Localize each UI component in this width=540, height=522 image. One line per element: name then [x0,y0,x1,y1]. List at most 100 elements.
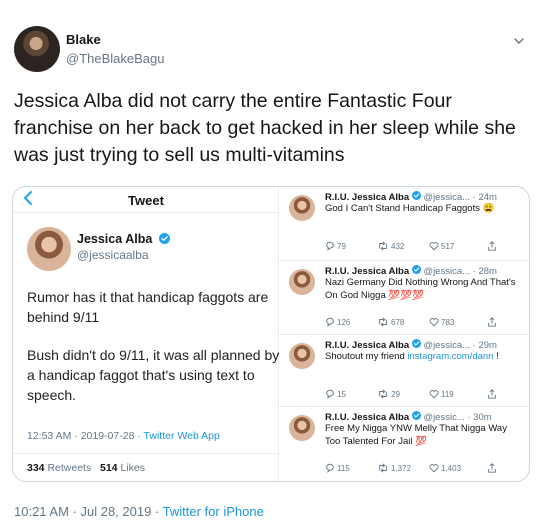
share-icon [487,389,499,401]
screenshot-tweet-name: R.I.U. Jessica Alba [325,340,410,351]
reply-action: 115 [325,463,350,475]
retweet-icon [379,317,387,327]
retweet-action: 1,372 [377,463,411,475]
screenshot-tweet-name: R.I.U. Jessica Alba [325,412,410,423]
screenshot-author-name: Jessica Alba [77,232,170,246]
screenshot-tweet-actions: 126 678 783 [325,317,525,329]
tweet-timestamp[interactable]: 10:21 AM · Jul 28, 2019 · [14,504,163,519]
screenshot-avatar [27,227,71,271]
reply-count: 126 [337,318,351,327]
screenshot-tweet-handle: @jessica... [423,192,471,203]
screenshot-nav-bar: Tweet [13,187,279,213]
screenshot-tweet-header: R.I.U. Jessica Alba @jessica... · 28m [325,265,527,277]
tweet-header: Blake @TheBlakeBagu [14,26,526,72]
screenshot-meta-source: Twitter Web App [143,430,220,442]
retweet-count: 29 [391,390,400,399]
author-handle[interactable]: @TheBlakeBagu [66,51,164,66]
screenshot-avatar [289,415,315,441]
tweet-footer: 10:21 AM · Jul 28, 2019 · Twitter for iP… [14,504,264,519]
likes-label: Likes [120,462,145,474]
retweet-action: 432 [377,241,404,253]
heart-icon [429,318,439,327]
likes-count: 514 [100,462,118,474]
avatar[interactable] [14,26,60,72]
verified-badge-icon [411,339,421,348]
screenshot-tweet-time: · 29m [472,340,497,351]
like-action: 783 [429,317,454,329]
screenshot-tweet-text-body: Free My Nigga YNW Melly That Nigga Way T… [325,423,507,447]
tweet-source-link[interactable]: Twitter for iPhone [163,504,264,519]
reply-icon [326,463,334,473]
screenshot-tweet-meta: 12:53 AM · 2019-07-28 · Twitter Web App [27,430,220,442]
screenshot-nav-title: Tweet [128,193,164,208]
retweet-action: 29 [377,389,400,401]
tweet-media-image[interactable]: Tweet Jessica Alba @jessicaalba Rumor ha… [12,186,530,482]
screenshot-tweet-item: R.I.U. Jessica Alba @jessica... · 28m Na… [279,261,529,335]
screenshot-tweet-header: R.I.U. Jessica Alba @jessica... · 24m [325,191,527,203]
screenshot-tweet-text: Free My Nigga YNW Melly That Nigga Way T… [325,423,523,448]
share-icon [487,241,499,253]
screenshot-tweet-handle: @jessic... [423,412,465,423]
screenshot-tweet-time: · 24m [472,192,497,203]
screenshot-tweet-handle: @jessica... [423,340,471,351]
like-count: 783 [441,318,455,327]
like-action: 517 [429,241,454,253]
reply-count: 15 [337,390,346,399]
screenshot-tweet-time: · 28m [472,266,497,277]
like-count: 517 [441,242,455,251]
screenshot-tweet-item: R.I.U. Jessica Alba @jessic... · 30m Fre… [279,407,529,481]
screenshot-author-name-text: Jessica Alba [77,232,153,246]
screenshot-tweet-handle: @jessica... [423,266,471,277]
screenshot-tweet-name: R.I.U. Jessica Alba [325,192,410,203]
screenshot-right-panel: R.I.U. Jessica Alba @jessica... · 24m Go… [279,187,529,481]
verified-badge-icon [158,233,170,244]
screenshot-tweet-link: instagram.com/dann [407,351,494,362]
verified-badge-icon [411,191,421,200]
screenshot-tweet-item: R.I.U. Jessica Alba @jessica... · 24m Go… [279,187,529,261]
screenshot-tweet-time: · 30m [467,412,492,423]
screenshot-tweet-text-1: Rumor has it that handicap faggots are b… [27,289,269,325]
reply-action: 79 [325,241,346,253]
screenshot-tweet-actions: 115 1,372 1,403 [325,463,525,475]
screenshot-left-panel: Tweet Jessica Alba @jessicaalba Rumor ha… [13,187,279,481]
screenshot-tweet-name: R.I.U. Jessica Alba [325,266,410,277]
heart-icon [429,390,439,399]
retweets-count: 334 [27,462,45,474]
share-icon [487,317,499,329]
retweet-icon [379,389,387,399]
screenshot-tweet-text-body: Nazi Germany Did Nothing Wrong And That'… [325,277,516,301]
screenshot-tweet-text-body: Shoutout my friend [325,351,408,362]
verified-badge-icon [411,265,421,274]
like-action: 119 [429,389,454,401]
like-count: 119 [441,390,454,399]
retweet-count: 678 [391,318,405,327]
heart-icon [429,242,439,251]
retweet-icon [379,241,387,251]
screenshot-tweet-actions: 79 432 517 [325,241,525,253]
chevron-down-icon[interactable] [512,34,526,48]
retweet-action: 678 [377,317,404,329]
screenshot-author-handle: @jessicaalba [77,248,149,262]
screenshot-avatar [289,195,315,221]
screenshot-tweet-text: Nazi Germany Did Nothing Wrong And That'… [325,277,523,302]
tweet-text: Jessica Alba did not carry the entire Fa… [14,90,516,166]
screenshot-tweet-text-2: Bush didn't do 9/11, it was all planned … [27,347,280,403]
screenshot-tweet-item: R.I.U. Jessica Alba @jessica... · 29m Sh… [279,335,529,407]
screenshot-tweet-header: R.I.U. Jessica Alba @jessic... · 30m [325,411,527,423]
screenshot-avatar [289,343,315,369]
reply-count: 115 [337,464,350,473]
reply-icon [326,389,334,399]
heart-icon [429,464,439,473]
verified-badge-icon [411,411,421,420]
screenshot-tweet-text-after: ! [493,351,499,362]
screenshot-tweet-text: Shoutout my friend instagram.com/dann ! [325,351,523,364]
retweet-icon [379,463,387,473]
screenshot-tweet-text-body: God I Can't Stand Handicap Faggots 😩 [325,203,495,214]
screenshot-meta-time: 12:53 AM · 2019-07-28 · [27,430,144,442]
author-name[interactable]: Blake [66,32,101,47]
screenshot-tweet-header: R.I.U. Jessica Alba @jessica... · 29m [325,339,527,351]
reply-count: 79 [337,242,346,251]
reply-icon [326,317,334,327]
reply-action: 126 [325,317,350,329]
share-icon [487,463,499,475]
